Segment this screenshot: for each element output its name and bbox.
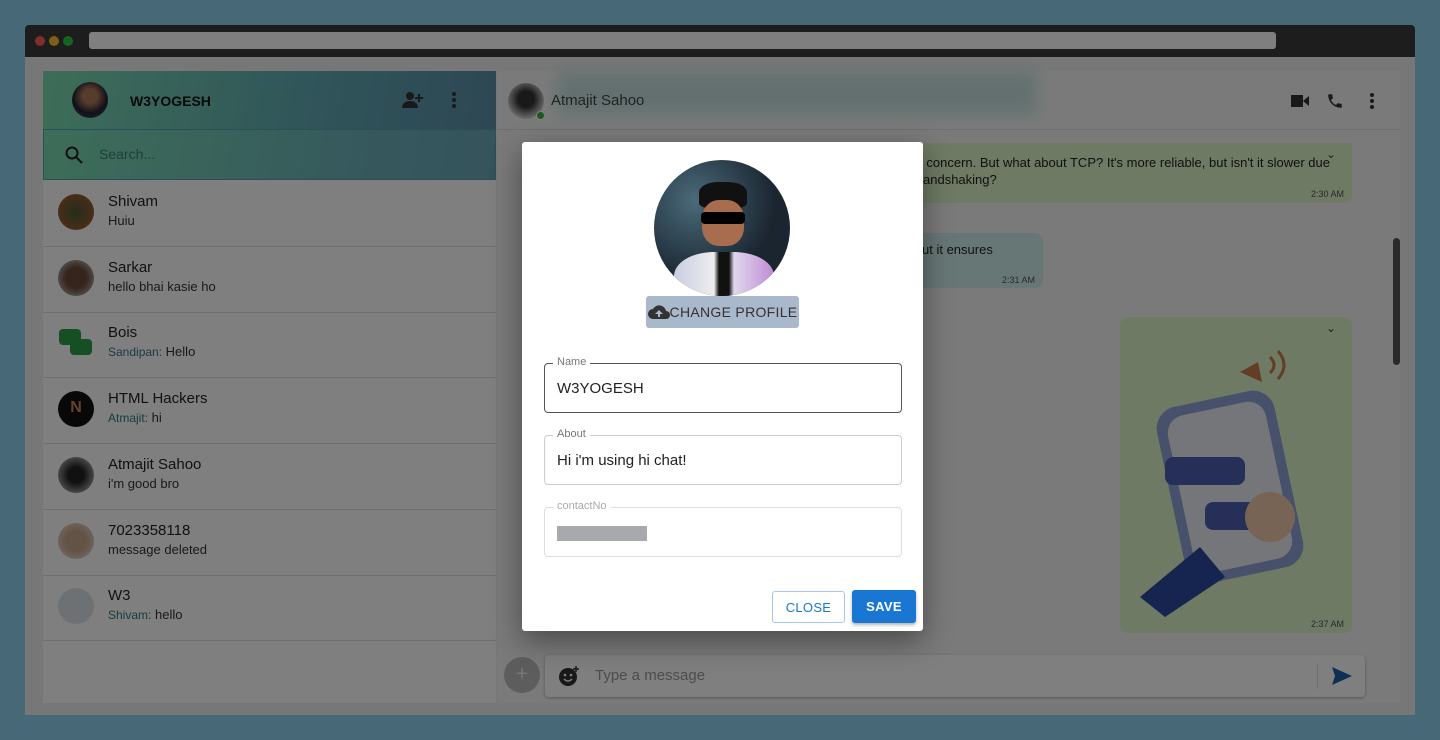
save-button[interactable]: SAVE [852,590,916,623]
profile-picture [654,160,790,296]
change-profile-button[interactable]: CHANGE PROFILE [646,296,799,328]
change-profile-label: CHANGE PROFILE [669,304,798,320]
close-button[interactable]: CLOSE [772,591,845,623]
name-field[interactable]: Name W3YOGESH [544,356,902,413]
about-label: About [553,428,590,440]
redacted-contact-number [557,526,647,541]
cloud-upload-icon [647,305,670,319]
about-input[interactable]: Hi i'm using hi chat! [557,452,687,469]
profile-dialog: CHANGE PROFILE Name W3YOGESH About Hi i'… [522,142,923,631]
contact-name: Atmajit Sahoo [551,92,645,109]
contact-field[interactable]: contactNo [544,500,902,557]
contact-label: contactNo [553,500,611,512]
name-input[interactable]: W3YOGESH [557,380,644,397]
name-label: Name [553,356,591,368]
about-field[interactable]: About Hi i'm using hi chat! [544,428,902,485]
